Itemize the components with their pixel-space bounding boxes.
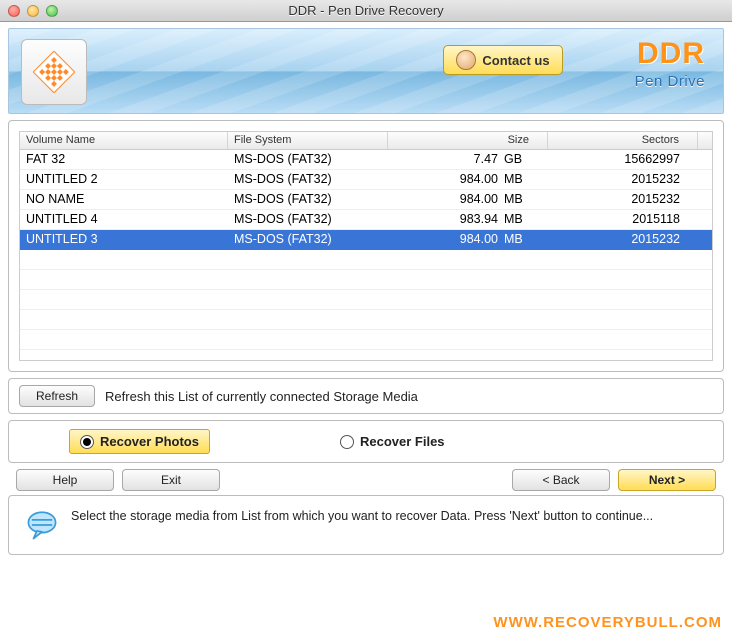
cell-volume: UNTITLED 2: [20, 170, 228, 189]
cell-sectors: 2015232: [548, 170, 698, 189]
recover-files-radio[interactable]: Recover Files: [340, 434, 445, 449]
cell-fs: MS-DOS (FAT32): [228, 190, 388, 209]
table-row-empty: [20, 330, 712, 350]
info-bubble-icon: [25, 508, 59, 542]
table-row[interactable]: UNTITLED 3MS-DOS (FAT32)984.00MB2015232: [20, 230, 712, 250]
table-row[interactable]: UNTITLED 2MS-DOS (FAT32)984.00MB2015232: [20, 170, 712, 190]
table-row-empty: [20, 270, 712, 290]
brand-title: DDR: [635, 39, 705, 69]
cell-fs: MS-DOS (FAT32): [228, 170, 388, 189]
drive-list-panel: Volume Name File System Size Sectors FAT…: [8, 120, 724, 372]
recovery-options-panel: Recover Photos Recover Files: [8, 420, 724, 463]
col-size[interactable]: Size: [388, 132, 548, 149]
radio-on-icon: [80, 435, 94, 449]
col-sectors[interactable]: Sectors: [548, 132, 698, 149]
info-text: Select the storage media from List from …: [71, 508, 653, 525]
table-row[interactable]: NO NAMEMS-DOS (FAT32)984.00MB2015232: [20, 190, 712, 210]
refresh-hint: Refresh this List of currently connected…: [105, 389, 418, 404]
titlebar: DDR - Pen Drive Recovery: [0, 0, 732, 22]
brand-subtitle: Pen Drive: [635, 73, 705, 90]
header-stripes: [9, 29, 723, 113]
minimize-icon[interactable]: [27, 5, 39, 17]
cell-size: 7.47GB: [388, 150, 548, 169]
info-panel: Select the storage media from List from …: [8, 495, 724, 555]
cell-sectors: 2015232: [548, 230, 698, 249]
cell-fs: MS-DOS (FAT32): [228, 210, 388, 229]
table-body: FAT 32MS-DOS (FAT32)7.47GB15662997UNTITL…: [20, 150, 712, 350]
cell-volume: UNTITLED 4: [20, 210, 228, 229]
cell-fs: MS-DOS (FAT32): [228, 230, 388, 249]
watermark: WWW.RECOVERYBULL.COM: [493, 614, 722, 631]
table-row[interactable]: UNTITLED 4MS-DOS (FAT32)983.94MB2015118: [20, 210, 712, 230]
app-logo-icon: [33, 51, 75, 93]
traffic-lights: [8, 5, 58, 17]
cell-volume: FAT 32: [20, 150, 228, 169]
contact-avatar-icon: [456, 50, 476, 70]
cell-sectors: 2015232: [548, 190, 698, 209]
window-title: DDR - Pen Drive Recovery: [288, 3, 443, 18]
cell-size: 984.00MB: [388, 190, 548, 209]
table-row-empty: [20, 310, 712, 330]
cell-sectors: 2015118: [548, 210, 698, 229]
cell-volume: NO NAME: [20, 190, 228, 209]
contact-us-button[interactable]: Contact us: [443, 45, 563, 75]
cell-sectors: 15662997: [548, 150, 698, 169]
recover-photos-radio[interactable]: Recover Photos: [69, 429, 210, 454]
col-volume-name[interactable]: Volume Name: [20, 132, 228, 149]
help-button[interactable]: Help: [16, 469, 114, 491]
table-row-empty: [20, 250, 712, 270]
cell-size: 984.00MB: [388, 170, 548, 189]
contact-us-label: Contact us: [482, 53, 549, 68]
close-icon[interactable]: [8, 5, 20, 17]
recover-photos-label: Recover Photos: [100, 434, 199, 449]
brand: DDR Pen Drive: [635, 39, 705, 90]
table-row[interactable]: FAT 32MS-DOS (FAT32)7.47GB15662997: [20, 150, 712, 170]
header-banner: Contact us DDR Pen Drive: [8, 28, 724, 114]
cell-size: 984.00MB: [388, 230, 548, 249]
back-button[interactable]: < Back: [512, 469, 610, 491]
recover-files-label: Recover Files: [360, 434, 445, 449]
content: Volume Name File System Size Sectors FAT…: [8, 120, 724, 555]
app-logo: [21, 39, 87, 105]
drive-table: Volume Name File System Size Sectors FAT…: [19, 131, 713, 361]
col-file-system[interactable]: File System: [228, 132, 388, 149]
cell-size: 983.94MB: [388, 210, 548, 229]
table-header: Volume Name File System Size Sectors: [20, 132, 712, 150]
zoom-icon[interactable]: [46, 5, 58, 17]
table-row-empty: [20, 290, 712, 310]
radio-off-icon: [340, 435, 354, 449]
exit-button[interactable]: Exit: [122, 469, 220, 491]
cell-fs: MS-DOS (FAT32): [228, 150, 388, 169]
refresh-panel: Refresh Refresh this List of currently c…: [8, 378, 724, 414]
next-button[interactable]: Next >: [618, 469, 716, 491]
refresh-button[interactable]: Refresh: [19, 385, 95, 407]
cell-volume: UNTITLED 3: [20, 230, 228, 249]
nav-buttons: Help Exit < Back Next >: [16, 469, 716, 491]
